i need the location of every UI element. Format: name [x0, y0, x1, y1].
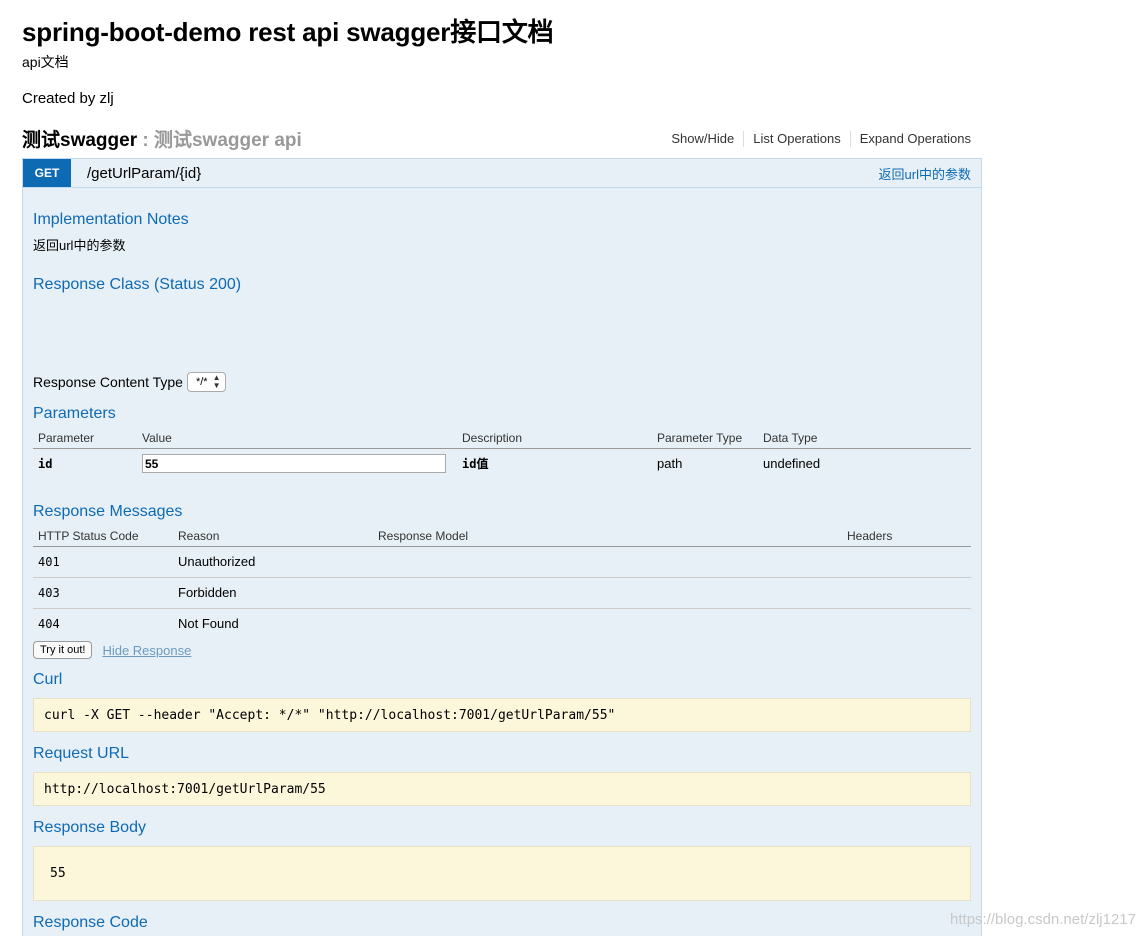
response-model-cell	[373, 608, 842, 639]
resource-heading[interactable]: 测试swagger : 测试swagger api	[22, 125, 302, 152]
param-data-type: undefined	[763, 456, 821, 472]
operation-path[interactable]: /getUrlParam/{id}	[87, 165, 201, 182]
select-arrows-icon: ▲ ▼	[212, 373, 221, 390]
status-reason: Not Found	[178, 616, 239, 632]
messages-header-row: HTTP Status Code Reason Response Model H…	[33, 526, 971, 547]
parameters-header-row: Parameter Value Description Parameter Ty…	[33, 428, 971, 449]
status-code: 401	[33, 546, 173, 578]
expand-operations-link[interactable]: Expand Operations	[851, 131, 971, 147]
resource-separator: :	[137, 130, 154, 151]
operation-header[interactable]: GET /getUrlParam/{id} 返回url中的参数	[23, 159, 981, 188]
status-code: 404	[38, 616, 60, 631]
parameters-table: Parameter Value Description Parameter Ty…	[33, 428, 971, 479]
curl-title: Curl	[33, 671, 63, 688]
status-reason: Unauthorized	[173, 546, 373, 578]
operation-panel: GET /getUrlParam/{id} 返回url中的参数 Implemen…	[22, 158, 982, 936]
parameter-row: id id值 path undefined	[33, 448, 971, 479]
operation-summary[interactable]: 返回url中的参数	[879, 164, 971, 183]
col-parameter: Parameter	[33, 428, 137, 449]
select-value: */*	[195, 376, 208, 388]
request-url-block: http://localhost:7001/getUrlParam/55	[33, 772, 971, 806]
col-http-status-code: HTTP Status Code	[33, 526, 173, 547]
param-type: path	[657, 456, 683, 472]
created-by: Created by zlj	[22, 90, 114, 107]
col-parameter-type: Parameter Type	[652, 428, 758, 449]
request-url-title: Request URL	[33, 745, 130, 762]
http-method-badge[interactable]: GET	[23, 159, 71, 187]
table-row: 401 Unauthorized	[33, 546, 971, 578]
response-body-title: Response Body	[33, 819, 146, 836]
try-it-out-button[interactable]: Try it out!	[33, 641, 93, 659]
param-value-cell	[137, 448, 457, 479]
col-headers: Headers	[842, 526, 971, 547]
submit-row: Try it out! Hide Response	[33, 641, 191, 659]
response-messages-table: HTTP Status Code Reason Response Model H…	[33, 526, 971, 639]
show-hide-link[interactable]: Show/Hide	[662, 131, 745, 147]
hide-response-link[interactable]: Hide Response	[102, 643, 191, 658]
param-description: id值	[462, 457, 489, 472]
col-description: Description	[457, 428, 652, 449]
headers-cell	[842, 577, 971, 609]
table-row: 403 Forbidden	[33, 577, 971, 609]
response-content-type-label: Response Content Type	[33, 374, 183, 390]
status-code: 403	[33, 577, 173, 609]
response-code-title: Response Code	[33, 914, 148, 931]
page-title: spring-boot-demo rest api swagger接口文档	[22, 17, 554, 47]
resource-name[interactable]: 测试swagger	[22, 130, 137, 151]
response-model-cell	[373, 546, 842, 578]
response-class-title: Response Class (Status 200)	[33, 276, 242, 293]
api-description: api文档	[22, 54, 69, 70]
col-data-type: Data Type	[758, 428, 971, 449]
implementation-notes-text: 返回url中的参数	[33, 238, 126, 253]
response-content-type: Response Content Type */* ▲ ▼	[33, 372, 226, 392]
col-reason: Reason	[173, 526, 373, 547]
response-model-cell	[373, 577, 842, 609]
list-operations-link[interactable]: List Operations	[744, 131, 851, 147]
table-row: 404 Not Found	[33, 608, 971, 639]
status-reason: Forbidden	[173, 577, 373, 609]
response-body-block: 55	[33, 846, 971, 901]
param-name: id	[38, 456, 53, 471]
headers-cell	[842, 546, 971, 578]
implementation-notes-title: Implementation Notes	[33, 211, 189, 228]
curl-block: curl -X GET --header "Accept: */*" "http…	[33, 698, 971, 732]
col-response-model: Response Model	[373, 526, 842, 547]
resource-description: 测试swagger api	[153, 130, 302, 151]
parameters-title: Parameters	[33, 405, 116, 422]
response-content-type-select[interactable]: */* ▲ ▼	[186, 372, 226, 392]
headers-cell	[842, 608, 971, 639]
watermark: https://blog.csdn.net/zlj1217	[950, 911, 1136, 928]
resource-links: Show/Hide List Operations Expand Operati…	[662, 131, 971, 147]
col-value: Value	[137, 428, 457, 449]
param-value-input[interactable]	[142, 454, 446, 474]
response-messages-title: Response Messages	[33, 503, 183, 520]
